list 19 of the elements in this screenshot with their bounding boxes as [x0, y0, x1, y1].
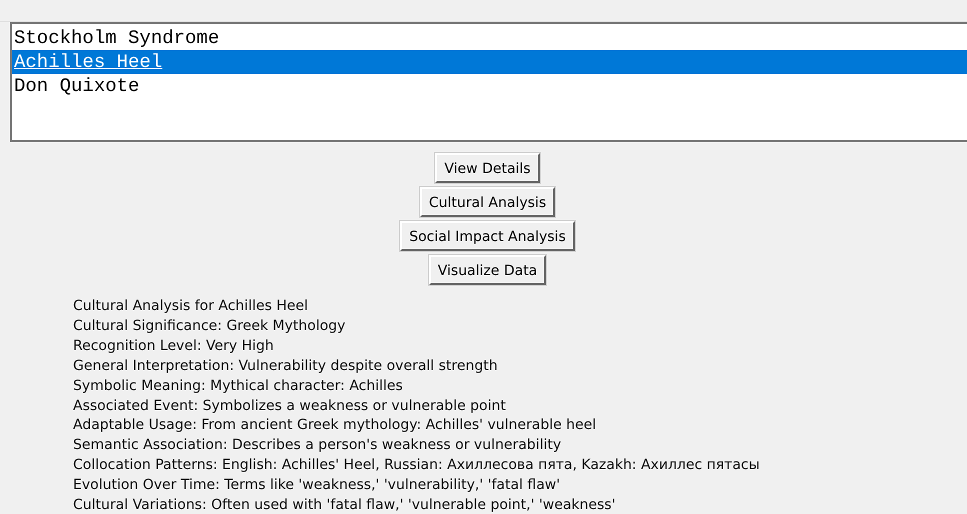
action-button[interactable]: Social Impact Analysis — [400, 221, 575, 251]
action-button[interactable]: View Details — [435, 153, 540, 183]
output-line: Recognition Level: Very High — [73, 336, 275, 356]
output-line: Cultural Significance: Greek Mythology — [73, 316, 346, 336]
action-button[interactable]: Cultural Analysis — [420, 187, 556, 217]
output-line: Collocation Patterns: English: Achilles' Heel, Russian: Ахиллесова пята, Kazakh: Ахиллес пятасы — [73, 456, 761, 476]
output-line: Cultural Variations: Often used with 'fatal flaw,' 'vulnerable point,' 'weakness' — [73, 496, 616, 514]
list-item[interactable]: Achilles Heel — [12, 50, 967, 74]
list-item[interactable]: Don Quixote — [12, 74, 967, 98]
output-line: Evolution Over Time: Terms like 'weakness,' 'vulnerability,' 'fatal flaw' — [73, 476, 562, 496]
output-line: Adaptable Usage: From ancient Greek mythology: Achilles' vulnerable heel — [73, 416, 598, 436]
action-button[interactable]: Visualize Data — [428, 255, 546, 285]
output-line: Symbolic Meaning: Mythical character: Achilles — [73, 376, 404, 396]
list-box[interactable]: Stockholm Syndrome Achilles Heel Don Quixote — [10, 22, 967, 142]
output-line: Semantic Association: Describes a person's weakness or vulnerability — [73, 436, 562, 456]
output-line: Cultural Analysis for Achilles Heel — [73, 297, 309, 316]
output-line: General Interpretation: Vulnerability despite overall strength — [73, 356, 499, 376]
list-item[interactable]: Stockholm Syndrome — [12, 26, 967, 50]
output-line: Associated Event: Symbolizes a weakness or vulnerable point — [73, 396, 507, 416]
